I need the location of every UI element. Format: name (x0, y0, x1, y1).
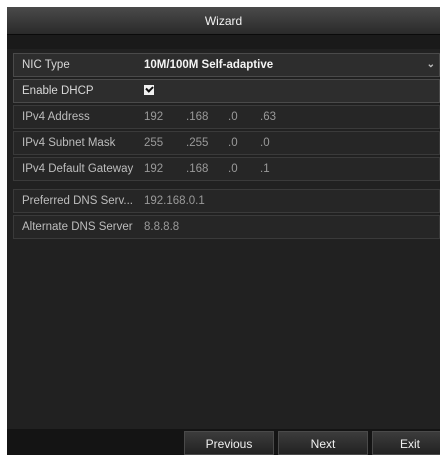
next-button[interactable]: Next (278, 431, 368, 455)
subnet-mask-octet: .0 (260, 137, 270, 149)
preferred-dns-field[interactable]: 192.168.0.1 (138, 189, 439, 213)
nic-type-select[interactable]: 10M/100M Self-adaptive ⌄ (138, 53, 439, 77)
ipv4-subnet-mask-field[interactable]: 255 .255 .0 .0 (138, 131, 439, 155)
alternate-dns-field[interactable]: 8.8.8.8 (138, 215, 439, 239)
ipv4-default-gateway-field[interactable]: 192 .168 .0 .1 (138, 157, 439, 181)
subnet-mask-octet: .255 (186, 137, 209, 149)
ipv4-default-gateway-label: IPv4 Default Gateway (22, 163, 134, 175)
ipv4-address-octet: .168 (186, 111, 209, 123)
ipv4-address-row: IPv4 Address 192 .168 .0 .63 (13, 105, 440, 129)
enable-dhcp-value (138, 79, 439, 103)
previous-button[interactable]: Previous (184, 431, 274, 455)
wizard-window: Wizard NIC Type 10M/100M Self-adaptive ⌄… (7, 7, 440, 455)
ipv4-subnet-mask-row: IPv4 Subnet Mask 255 .255 .0 .0 (13, 131, 440, 155)
ipv4-address-field[interactable]: 192 .168 .0 .63 (138, 105, 439, 129)
nic-type-value: 10M/100M Self-adaptive (144, 59, 274, 71)
alternate-dns-label: Alternate DNS Server (22, 221, 133, 233)
chevron-down-icon[interactable]: ⌄ (427, 53, 435, 77)
subnet-mask-octet: 255 (144, 137, 164, 149)
exit-button[interactable]: Exit (372, 431, 440, 455)
ipv4-subnet-mask-label: IPv4 Subnet Mask (22, 137, 116, 149)
wizard-footer: Previous Next Exit (7, 429, 440, 455)
nic-type-label: NIC Type (22, 59, 70, 71)
gateway-octet: .1 (260, 163, 270, 175)
preferred-dns-row: Preferred DNS Serv... 192.168.0.1 (13, 189, 440, 213)
preferred-dns-label: Preferred DNS Serv... (22, 195, 133, 207)
nic-type-row[interactable]: NIC Type 10M/100M Self-adaptive ⌄ (13, 53, 440, 77)
enable-dhcp-row[interactable]: Enable DHCP (13, 79, 440, 103)
title-bar: Wizard (7, 7, 440, 35)
ipv4-address-octet: .63 (260, 111, 276, 123)
ipv4-address-label: IPv4 Address (22, 111, 90, 123)
gateway-octet: .168 (186, 163, 209, 175)
network-form: NIC Type 10M/100M Self-adaptive ⌄ Enable… (7, 35, 440, 429)
subnet-mask-octet: .0 (228, 137, 238, 149)
enable-dhcp-checkbox[interactable] (144, 85, 154, 95)
window-title: Wizard (204, 13, 243, 28)
enable-dhcp-label: Enable DHCP (22, 85, 94, 97)
ipv4-address-octet: .0 (228, 111, 238, 123)
gateway-octet: 192 (144, 163, 164, 175)
gateway-octet: .0 (228, 163, 238, 175)
ipv4-address-octet: 192 (144, 111, 164, 123)
alternate-dns-row: Alternate DNS Server 8.8.8.8 (13, 215, 440, 239)
ipv4-default-gateway-row: IPv4 Default Gateway 192 .168 .0 .1 (13, 157, 440, 181)
